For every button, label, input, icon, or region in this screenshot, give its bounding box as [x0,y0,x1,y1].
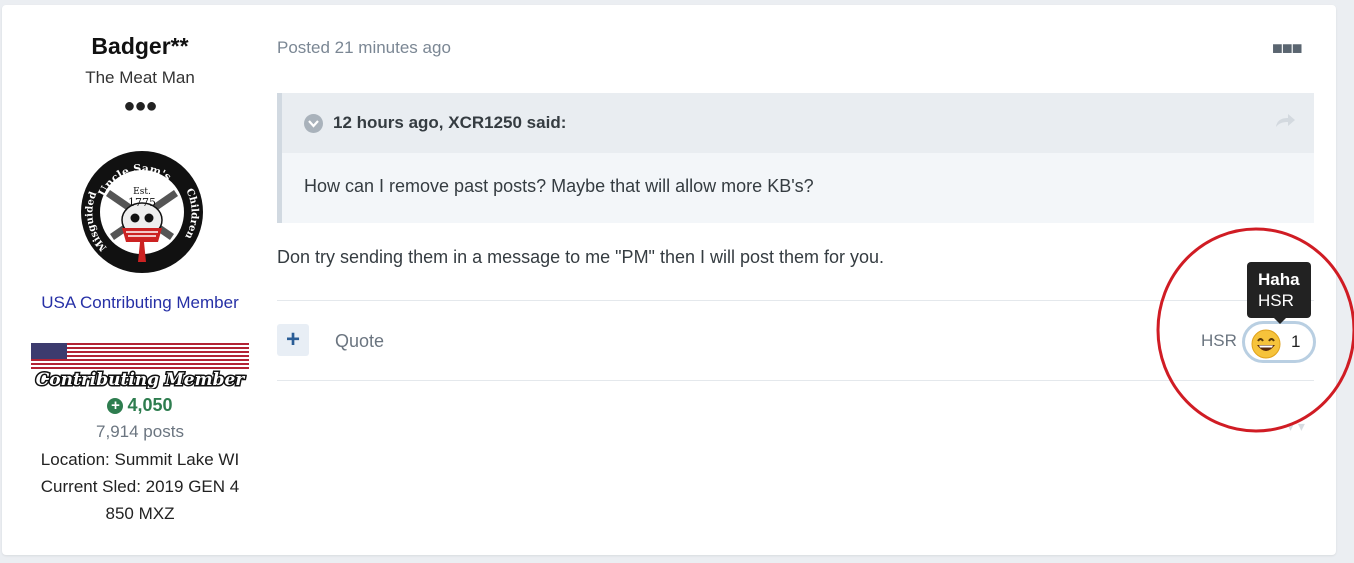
avatar-year: 1775 [128,196,156,209]
quote-block: 12 hours ago, XCR1250 said: How can I re… [277,93,1314,223]
multiquote-plus-button[interactable]: + [277,324,309,356]
tooltip-title: Haha [1258,270,1300,289]
divider [277,300,1314,301]
member-group: USA Contributing Member [41,293,239,312]
chevron-down-icon: ▾ ▾ [1287,418,1305,434]
post-body: Don try sending them in a message to me … [277,247,885,267]
author-title: The Meat Man [85,68,195,87]
divider [277,380,1314,381]
reaction-username[interactable]: HSR [1201,331,1237,351]
post-card: Badger** The Meat Man ●●● Uncle Sam's Mi… [2,5,1336,555]
reaction-tooltip: Haha HSR [1247,262,1311,324]
author-name[interactable]: Badger** [12,33,268,60]
reputation[interactable]: +4,050 [12,395,268,416]
ellipsis-icon[interactable]: ■■■ [1272,38,1303,59]
quote-citation: 12 hours ago, XCR1250 said: [333,113,567,132]
tooltip-user: HSR [1258,291,1294,310]
quote-button[interactable]: Quote [335,331,384,352]
share-arrow-icon[interactable] [1274,113,1296,134]
rank-dots: ●●● [123,95,157,117]
badge-text: Contributing Member [36,370,246,389]
chevron-down-icon[interactable] [304,114,323,133]
contributing-member-badge: Contributing Member [31,343,249,389]
quote-header: 12 hours ago, XCR1250 said: [282,93,1314,153]
haha-emoji-icon [1251,329,1281,359]
post-count: 7,914 posts [96,422,184,441]
quote-text: How can I remove past posts? Maybe that … [304,176,814,196]
reaction-count: 1 [1291,332,1301,351]
reaction-button[interactable]: 1 [1242,321,1316,363]
sled-field: Current Sled: 2019 GEN 4 850 MXZ [40,477,240,523]
avatar[interactable]: Uncle Sam's Misguided Children Est. 1775 [80,150,204,274]
posted-timestamp[interactable]: Posted 21 minutes ago [277,38,451,58]
plus-circle-icon: + [107,398,124,414]
location-field: Location: Summit Lake WI [40,450,240,469]
reputation-value: 4,050 [127,395,173,415]
